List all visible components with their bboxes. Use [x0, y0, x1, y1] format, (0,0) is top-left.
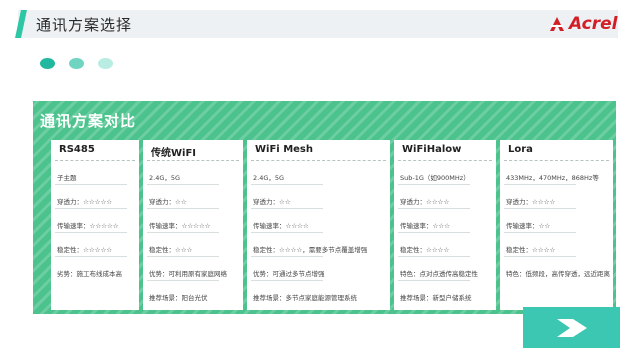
- cell: 穿透力：☆☆☆☆☆: [57, 198, 113, 206]
- cell: 子主题: [57, 174, 77, 182]
- cell: 穿透力：☆☆☆☆: [400, 198, 450, 206]
- chevron-right-icon: [556, 318, 587, 337]
- cell: 稳定性：☆☆☆☆，需要多节点覆盖增强: [253, 246, 368, 254]
- slide: 通讯方案选择 Acrel 通讯方案对比 RS485 子主题 穿透力：☆☆☆☆☆ …: [0, 0, 640, 360]
- decorative-dot: [40, 58, 55, 69]
- column-header: 传统WiFI: [151, 148, 197, 159]
- cell: 传输速率：☆☆: [506, 222, 551, 230]
- cell: 传输速率：☆☆☆☆: [253, 222, 309, 230]
- cell: 2.4G，5G: [149, 174, 181, 182]
- cell: 优势：可通过多节点增强: [253, 270, 325, 278]
- cell: 稳定性：☆☆☆: [149, 246, 193, 254]
- cell: 推荐场景：多节点家庭能源管理系统: [253, 294, 357, 302]
- cell: 劣势：施工布线成本高: [57, 270, 122, 278]
- acrel-logo: Acrel: [548, 12, 617, 36]
- next-button[interactable]: [523, 307, 620, 348]
- cell: 传输速率：☆☆☆☆☆: [149, 222, 211, 230]
- cell: 传输速率：☆☆☆: [400, 222, 450, 230]
- cell: 穿透力：☆☆: [149, 198, 187, 206]
- panel-title: 通讯方案对比: [40, 112, 137, 130]
- column-wifi-mesh: WiFi Mesh 2.4G，5G 穿透力：☆☆ 传输速率：☆☆☆☆ 稳定性：☆…: [247, 140, 390, 310]
- cell: 稳定性：☆☆☆☆: [506, 246, 556, 254]
- logo-text: Acrel: [569, 14, 618, 34]
- column-lora: Lora 433MHz，470MHz，868Hz等 穿透力：☆☆☆☆ 传输速率：…: [500, 140, 613, 310]
- column-header: RS485: [59, 144, 95, 155]
- cell: 稳定性：☆☆☆☆: [400, 246, 450, 254]
- column-traditional-wifi: 传统WiFI 2.4G，5G 穿透力：☆☆ 传输速率：☆☆☆☆☆ 稳定性：☆☆☆…: [143, 140, 243, 310]
- cell: 穿透力：☆☆: [253, 198, 291, 206]
- cell: 推荐场景：阳台光伏: [149, 294, 208, 302]
- cell: 优势：可利用原有家庭网络: [149, 270, 227, 278]
- column-rs485: RS485 子主题 穿透力：☆☆☆☆☆ 传输速率：☆☆☆☆☆ 稳定性：☆☆☆☆☆…: [51, 140, 139, 310]
- column-wifi-halow: WiFiHalow Sub-1G（如900MHz） 穿透力：☆☆☆☆ 传输速率：…: [394, 140, 496, 310]
- column-header: WiFiHalow: [402, 144, 462, 155]
- column-header: Lora: [508, 144, 533, 155]
- cell: 传输速率：☆☆☆☆☆: [57, 222, 119, 230]
- page-title: 通讯方案选择: [36, 16, 133, 34]
- decorative-dot: [98, 58, 113, 69]
- cell: 稳定性：☆☆☆☆☆: [57, 246, 113, 254]
- decorative-dot: [69, 58, 84, 69]
- cell: 推荐场景：新型户储系统: [400, 294, 472, 302]
- cell: 2.4G，5G: [253, 174, 285, 182]
- cell: 穿透力：☆☆☆☆: [506, 198, 556, 206]
- cell: 特色：低频段，高传穿透，远近距离: [506, 270, 610, 278]
- cell: Sub-1G（如900MHz）: [400, 174, 470, 182]
- logo-mark-icon: [550, 17, 564, 31]
- cell: 特色：点对点透传高稳定性: [400, 270, 478, 278]
- column-header: WiFi Mesh: [255, 144, 314, 155]
- cell: 433MHz，470MHz，868Hz等: [506, 174, 599, 182]
